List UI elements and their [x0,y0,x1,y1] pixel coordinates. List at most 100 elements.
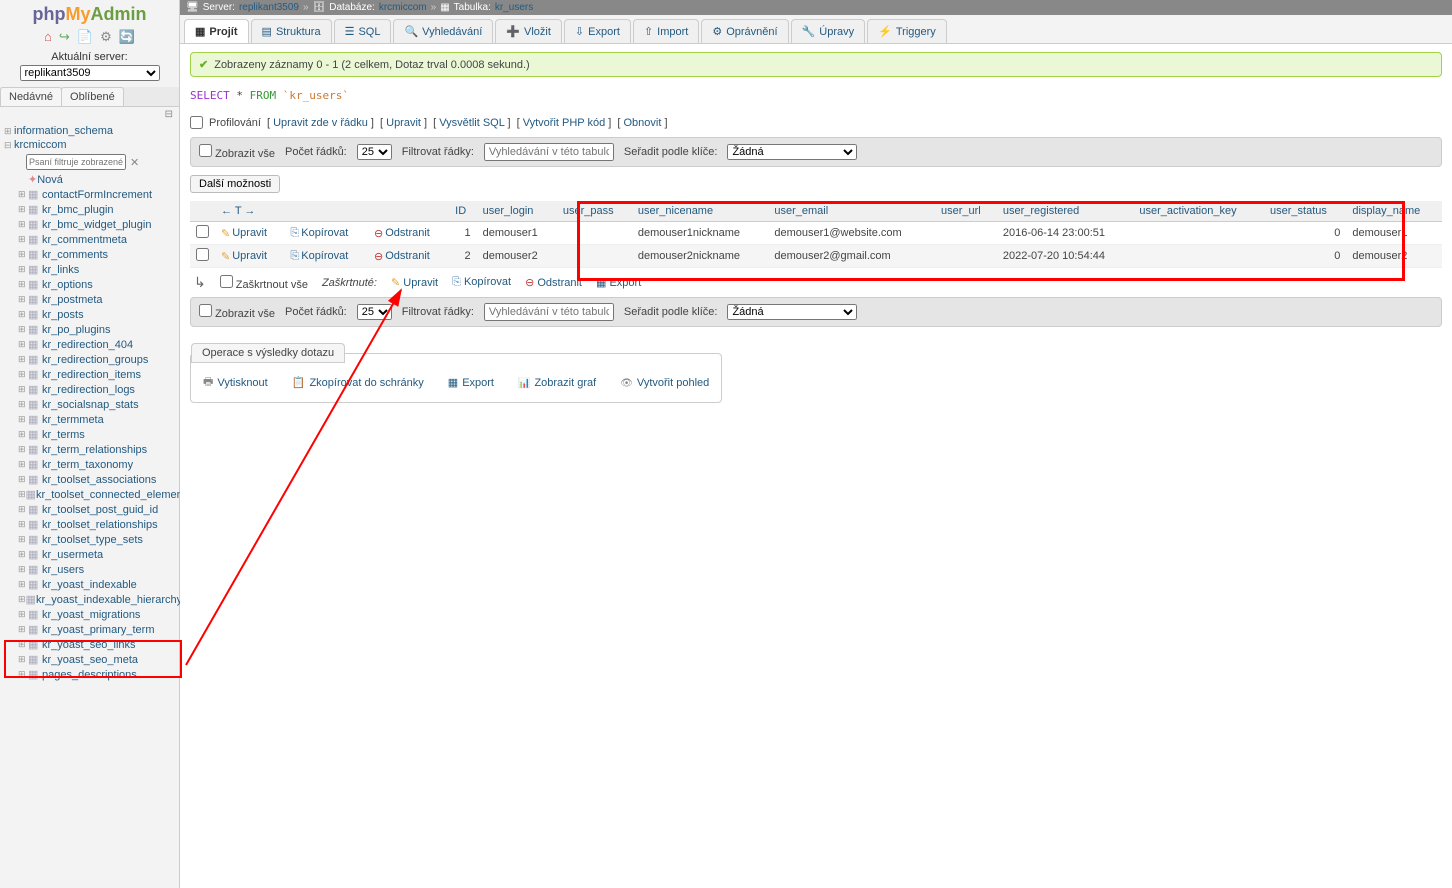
expand-icon[interactable]: ⊞ [18,504,28,515]
table-item-kr_yoast_seo_links[interactable]: ⊞ kr_yoast_seo_links [16,637,179,652]
tab-vložit[interactable]: ➕Vložit [495,19,562,43]
expand-icon[interactable]: ⊞ [18,669,28,680]
docs-icon[interactable]: 📄 [77,29,93,44]
filter-input-bottom[interactable] [484,303,614,321]
table-item-kr_options[interactable]: ⊞ kr_options [16,277,179,292]
expand-icon[interactable]: ⊞ [18,579,28,590]
expand-icon[interactable]: ⊞ [18,549,28,560]
expand-icon[interactable]: ⊞ [18,624,28,635]
tab-favorites[interactable]: Oblíbené [61,87,124,106]
bulk-delete[interactable]: Odstranit [525,276,582,289]
clipboard-link[interactable]: 📋 Zkopírovat do schránky [292,373,424,392]
table-item-kr_commentmeta[interactable]: ⊞ kr_commentmeta [16,232,179,247]
expand-icon[interactable]: ⊞ [18,639,28,650]
expand-icon[interactable]: ⊞ [18,414,28,425]
table-item-kr_toolset_type_sets[interactable]: ⊞ kr_toolset_type_sets [16,532,179,547]
tab-recent[interactable]: Nedávné [0,87,62,106]
col-user-url[interactable]: user_url [935,201,997,222]
tab-úpravy[interactable]: 🔧Úpravy [791,19,866,43]
expand-icon[interactable]: ⊞ [18,249,28,260]
php-link[interactable]: Vytvořit PHP kód [523,117,606,129]
table-item-kr_yoast_indexable_hierarchy[interactable]: ⊞ kr_yoast_indexable_hierarchy [16,592,179,607]
table-item-kr_socialsnap_stats[interactable]: ⊞ kr_socialsnap_stats [16,397,179,412]
tab-oprávnění[interactable]: ⚙Oprávnění [701,19,788,43]
create-view-link[interactable]: Vytvořit pohled [620,373,709,392]
edit-inline-link[interactable]: Upravit zde v řádku [273,117,368,129]
col-id[interactable]: ID [449,201,477,222]
breadcrumb-server[interactable]: replikant3509 [239,2,299,13]
col-user-login[interactable]: user_login [477,201,557,222]
row-delete[interactable]: Odstranit [374,250,430,263]
table-item-kr_comments[interactable]: ⊞ kr_comments [16,247,179,262]
tab-projít[interactable]: ▦Projít [184,19,249,43]
col-user-pass[interactable]: user_pass [557,201,632,222]
breadcrumb-table[interactable]: kr_users [495,2,533,13]
table-item-kr_termmeta[interactable]: ⊞ kr_termmeta [16,412,179,427]
table-item-kr_toolset_associations[interactable]: ⊞ kr_toolset_associations [16,472,179,487]
rows-select-bottom[interactable]: 25 [357,304,392,320]
rows-select[interactable]: 25 [357,144,392,160]
show-all-checkbox[interactable] [199,144,212,157]
export-link[interactable]: ▦ Export [448,373,494,392]
expand-icon[interactable]: ⊞ [18,489,26,500]
expand-icon[interactable]: ⊞ [18,444,28,455]
col-user-activation-key[interactable]: user_activation_key [1133,201,1264,222]
clear-filter-icon[interactable]: ✕ [130,156,139,169]
col-user-status[interactable]: user_status [1264,201,1346,222]
tab-export[interactable]: ⇩Export [564,19,631,43]
expand-icon[interactable]: ⊞ [18,384,28,395]
home-icon[interactable] [44,29,52,44]
row-edit[interactable]: Upravit [221,227,267,240]
expand-icon[interactable]: ⊞ [18,204,28,215]
table-item-kr_term_taxonomy[interactable]: ⊞ kr_term_taxonomy [16,457,179,472]
table-item-pages_descriptions[interactable]: ⊞ pages_descriptions [16,667,179,682]
expand-icon[interactable]: ⊞ [18,519,28,530]
table-filter-input[interactable] [26,154,126,170]
col-user-registered[interactable]: user_registered [997,201,1134,222]
expand-icon[interactable]: ⊞ [18,324,28,335]
table-item-kr_redirection_groups[interactable]: ⊞ kr_redirection_groups [16,352,179,367]
tab-vyhledávání[interactable]: 🔍Vyhledávání [393,19,493,43]
expand-icon[interactable]: ⊞ [18,294,28,305]
expand-icon[interactable]: ⊞ [18,534,28,545]
sort-select-bottom[interactable]: Žádná [727,304,857,320]
expand-icon[interactable]: ⊞ [18,279,28,290]
table-item-kr_postmeta[interactable]: ⊞ kr_postmeta [16,292,179,307]
chart-link[interactable]: Zobrazit graf [518,373,596,392]
expand-icon[interactable]: ⊞ [18,564,28,575]
expand-icon[interactable]: ⊞ [18,399,28,410]
settings-icon[interactable] [100,29,112,44]
table-item-kr_redirection_items[interactable]: ⊞ kr_redirection_items [16,367,179,382]
tab-sql[interactable]: ☰SQL [334,19,392,43]
more-options-button[interactable]: Další možnosti [190,175,280,193]
expand-icon[interactable]: ⊞ [18,309,28,320]
row-delete[interactable]: Odstranit [374,227,430,240]
col-user-nicename[interactable]: user_nicename [632,201,768,222]
logo[interactable]: phpMyAdmin [0,0,179,27]
row-edit[interactable]: Upravit [221,250,267,263]
expand-icon[interactable]: ⊞ [18,609,28,620]
explain-link[interactable]: Vysvětlit SQL [439,117,504,129]
db-information-schema[interactable]: ⊞ information_schema [2,124,179,138]
check-all-checkbox[interactable] [220,275,233,288]
collapse-tree-button[interactable]: ⊟ [0,107,179,122]
row-checkbox[interactable] [196,225,209,238]
table-item-contactFormIncrement[interactable]: ⊞ contactFormIncrement [16,187,179,202]
new-table-item[interactable]: Nová [16,172,179,187]
refresh-link[interactable]: Obnovit [623,117,661,129]
expand-icon[interactable]: ⊞ [18,369,28,380]
bulk-copy[interactable]: Kopírovat [452,276,511,289]
breadcrumb-db[interactable]: krcmiccom [379,2,427,13]
tab-triggery[interactable]: ⚡Triggery [867,19,947,43]
table-item-kr_terms[interactable]: ⊞ kr_terms [16,427,179,442]
bulk-export[interactable]: ▦ Export [596,276,641,289]
expand-icon[interactable]: ⊞ [18,189,28,200]
col-user-email[interactable]: user_email [768,201,935,222]
table-item-kr_yoast_indexable[interactable]: ⊞ kr_yoast_indexable [16,577,179,592]
filter-input[interactable] [484,143,614,161]
sort-arrows-header[interactable]: ← T → [215,201,284,222]
expand-icon[interactable]: ⊞ [18,654,28,665]
expand-icon[interactable]: ⊞ [18,264,28,275]
edit-link[interactable]: Upravit [386,117,421,129]
table-item-kr_yoast_migrations[interactable]: ⊞ kr_yoast_migrations [16,607,179,622]
